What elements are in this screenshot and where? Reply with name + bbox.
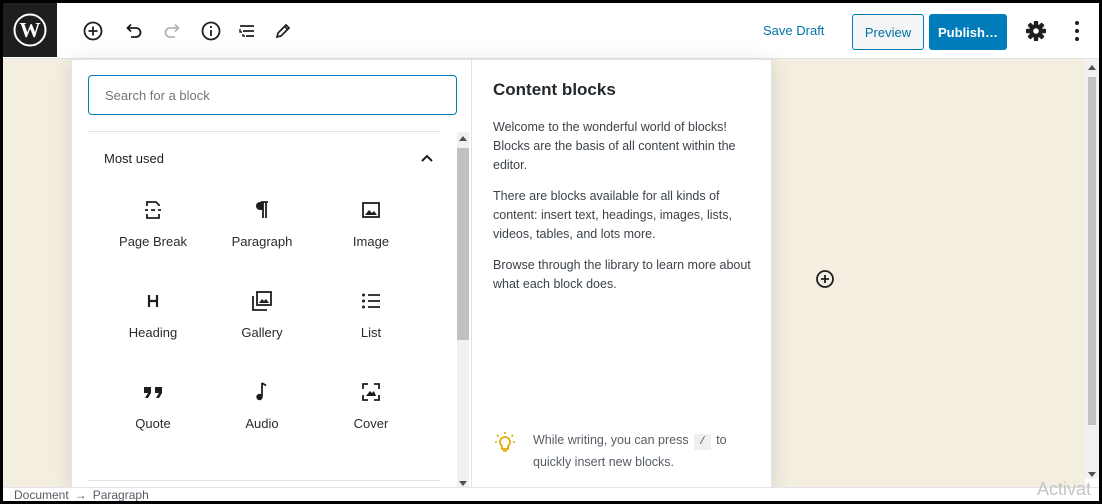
block-item-audio[interactable]: Audio (209, 380, 315, 450)
publish-button[interactable]: Publish… (929, 14, 1007, 50)
top-toolbar: W Save Draft Preview Publish… (3, 3, 1099, 59)
block-navigation-icon[interactable] (233, 17, 261, 45)
chevron-up-icon (421, 154, 433, 162)
block-item-page-break[interactable]: Page Break (100, 198, 206, 268)
help-paragraph: There are blocks available for all kinds… (493, 189, 733, 241)
divider (88, 131, 440, 132)
scroll-down-icon[interactable] (459, 481, 467, 486)
scrollbar-thumb[interactable] (457, 148, 469, 340)
block-label: Cover (353, 416, 389, 431)
block-label: Audio (245, 416, 279, 431)
inserter-scrollbar[interactable] (457, 132, 469, 490)
wordpress-logo-icon[interactable]: W (3, 3, 57, 57)
block-inserter-popover: Most used Page Break Paragraph Image (71, 59, 772, 490)
scrollbar-thumb[interactable] (1088, 77, 1096, 425)
block-label: Quote (135, 416, 171, 431)
block-item-cover[interactable]: Cover (318, 380, 424, 450)
block-item-list[interactable]: List (318, 289, 424, 359)
redo-icon[interactable] (159, 17, 187, 45)
page-break-icon (145, 201, 161, 219)
help-title: Content blocks (493, 80, 616, 99)
block-item-paragraph[interactable]: Paragraph (209, 198, 315, 268)
breadcrumb-document[interactable]: Document (14, 488, 69, 501)
block-label: Gallery (241, 325, 283, 340)
audio-icon (256, 382, 267, 401)
image-icon (362, 202, 380, 218)
slash-tip: While writing, you can press / to quickl… (493, 430, 763, 472)
editor-window: W Save Draft Preview Publish… Search for… (0, 0, 1102, 504)
undo-icon[interactable] (119, 17, 147, 45)
scroll-up-icon[interactable] (1088, 65, 1096, 70)
block-label: List (360, 325, 382, 340)
block-search-input[interactable] (88, 75, 457, 115)
settings-gear-icon[interactable] (1024, 19, 1048, 43)
help-paragraph: Welcome to the wonderful world of blocks… (493, 120, 736, 172)
gallery-icon (252, 291, 272, 311)
block-item-gallery[interactable]: Gallery (209, 289, 315, 359)
save-draft-link[interactable]: Save Draft (763, 23, 824, 38)
most-used-panel-toggle[interactable]: Most used (104, 148, 434, 168)
heading-icon (147, 295, 159, 307)
add-block-icon[interactable] (79, 17, 107, 45)
block-label: Page Break (119, 234, 187, 249)
breadcrumb-separator: → (74, 488, 87, 502)
tip-text: While writing, you can press / to quickl… (533, 433, 727, 469)
inserter-block-list: Most used Page Break Paragraph Image (72, 60, 472, 490)
divider (88, 480, 440, 481)
panel-title: Most used (104, 150, 164, 166)
breadcrumb: Document → Paragraph (3, 487, 1099, 502)
block-item-heading[interactable]: Heading (100, 289, 206, 359)
cover-icon (362, 383, 380, 401)
paragraph-icon (256, 201, 268, 218)
scroll-down-icon[interactable] (1088, 472, 1096, 477)
inserter-help-panel: Content blocks Welcome to the wonderful … (473, 60, 771, 488)
quote-icon (144, 387, 162, 398)
list-icon (362, 293, 380, 309)
more-options-icon[interactable] (1067, 19, 1087, 43)
block-item-image[interactable]: Image (318, 198, 424, 268)
preview-button[interactable]: Preview (852, 14, 924, 50)
info-icon[interactable] (197, 17, 225, 45)
lightbulb-icon (495, 432, 515, 452)
block-grid: Page Break Paragraph Image Heading Galle… (100, 198, 430, 448)
block-label: Paragraph (231, 234, 293, 249)
keyboard-key: / (694, 434, 711, 450)
edit-pencil-icon[interactable] (269, 17, 297, 45)
scroll-up-icon[interactable] (459, 136, 467, 141)
breadcrumb-paragraph[interactable]: Paragraph (93, 488, 149, 501)
editor-scrollbar[interactable] (1085, 59, 1099, 479)
block-label: Heading (128, 325, 178, 340)
block-label: Image (352, 234, 390, 249)
help-paragraph: Browse through the library to learn more… (493, 258, 751, 291)
block-item-quote[interactable]: Quote (100, 380, 206, 450)
svg-text:W: W (20, 18, 41, 42)
canvas-add-block-icon[interactable] (814, 268, 836, 290)
activation-watermark: Activat (1037, 479, 1092, 499)
